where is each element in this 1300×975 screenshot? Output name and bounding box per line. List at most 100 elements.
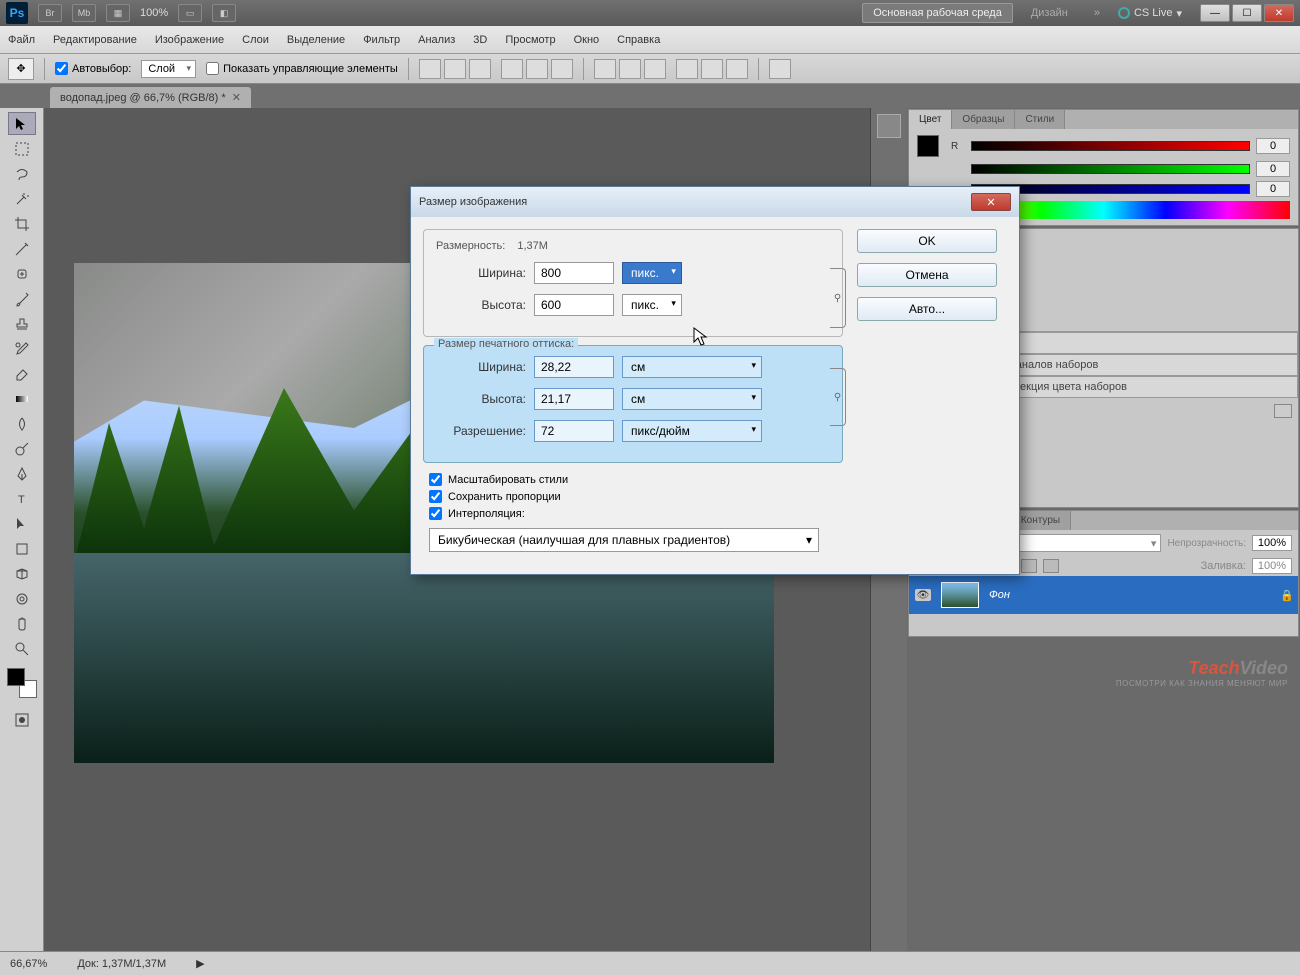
pen-tool[interactable] xyxy=(8,462,36,485)
distribute-icon[interactable] xyxy=(619,59,641,79)
heal-tool[interactable] xyxy=(8,262,36,285)
status-docsize[interactable]: Док: 1,37M/1,37M xyxy=(77,958,166,970)
quickmask-toggle[interactable] xyxy=(8,708,36,731)
menu-analysis[interactable]: Анализ xyxy=(418,34,455,46)
autoselect-checkbox[interactable]: Автовыбор: xyxy=(55,62,131,75)
opacity-value[interactable]: 100% xyxy=(1252,535,1292,551)
align-icon[interactable] xyxy=(526,59,548,79)
g-value[interactable]: 0 xyxy=(1256,161,1290,177)
arrange-icon[interactable]: ▭ xyxy=(178,4,202,22)
stamp-tool[interactable] xyxy=(8,312,36,335)
eyedropper-tool[interactable] xyxy=(8,237,36,260)
tab-styles[interactable]: Стили xyxy=(1015,110,1065,129)
menu-file[interactable]: Файл xyxy=(8,34,35,46)
dialog-titlebar[interactable]: Размер изображения ✕ xyxy=(411,187,1019,217)
resolution-unit[interactable]: пикс/дюйм xyxy=(622,420,762,442)
color-swatches[interactable] xyxy=(7,668,37,698)
print-width-input[interactable] xyxy=(534,356,614,378)
layer-thumbnail[interactable] xyxy=(941,582,979,608)
show-transform-checkbox[interactable]: Показать управляющие элементы xyxy=(206,62,398,75)
tab-close-icon[interactable]: ✕ xyxy=(232,91,241,104)
menu-help[interactable]: Справка xyxy=(617,34,660,46)
lock-all-icon[interactable] xyxy=(1043,559,1059,573)
gradient-tool[interactable] xyxy=(8,387,36,410)
status-zoom[interactable]: 66,67% xyxy=(10,958,47,970)
move-tool[interactable] xyxy=(8,112,36,135)
r-value[interactable]: 0 xyxy=(1256,138,1290,154)
print-width-unit[interactable]: см xyxy=(622,356,762,378)
distribute-icon[interactable] xyxy=(676,59,698,79)
align-icon[interactable] xyxy=(551,59,573,79)
minibridge-icon[interactable]: Mb xyxy=(72,4,96,22)
minimize-button[interactable]: — xyxy=(1200,4,1230,22)
type-tool[interactable]: T xyxy=(8,487,36,510)
menu-window[interactable]: Окно xyxy=(574,34,600,46)
resample-checkbox[interactable]: Интерполяция: xyxy=(423,505,843,522)
autoselect-target[interactable]: Слой xyxy=(141,60,196,78)
pixel-height-input[interactable] xyxy=(534,294,614,316)
move-tool-icon[interactable]: ✥ xyxy=(8,58,34,80)
panel-btn[interactable] xyxy=(1274,404,1292,418)
hand-tool[interactable] xyxy=(8,612,36,635)
path-select-tool[interactable] xyxy=(8,512,36,535)
print-height-unit[interactable]: см xyxy=(622,388,762,410)
crop-tool[interactable] xyxy=(8,212,36,235)
cancel-button[interactable]: Отмена xyxy=(857,263,997,287)
b-value[interactable]: 0 xyxy=(1256,181,1290,197)
scale-styles-checkbox[interactable]: Масштабировать стили xyxy=(423,471,843,488)
fg-color-swatch[interactable] xyxy=(7,668,25,686)
distribute-icon[interactable] xyxy=(726,59,748,79)
auto-align-icon[interactable] xyxy=(769,59,791,79)
maximize-button[interactable]: ☐ xyxy=(1232,4,1262,22)
g-slider[interactable] xyxy=(971,164,1250,174)
lock-position-icon[interactable] xyxy=(1021,559,1037,573)
menu-view[interactable]: Просмотр xyxy=(505,34,555,46)
workspace-design[interactable]: Дизайн xyxy=(1023,4,1076,22)
zoom-readout[interactable]: 100% xyxy=(140,7,168,19)
view-extras-icon[interactable]: ▦ xyxy=(106,4,130,22)
distribute-icon[interactable] xyxy=(644,59,666,79)
tab-color[interactable]: Цвет xyxy=(909,110,952,129)
menu-layers[interactable]: Слои xyxy=(242,34,269,46)
height-unit-select[interactable]: пикс. xyxy=(622,294,682,316)
workspace-more-icon[interactable]: » xyxy=(1086,4,1108,22)
pixel-width-input[interactable] xyxy=(534,262,614,284)
shape-tool[interactable] xyxy=(8,537,36,560)
zoom-tool[interactable] xyxy=(8,637,36,660)
eraser-tool[interactable] xyxy=(8,362,36,385)
tab-swatches[interactable]: Образцы xyxy=(952,110,1015,129)
align-icon[interactable] xyxy=(419,59,441,79)
visibility-icon[interactable]: 👁 xyxy=(915,589,931,601)
close-button[interactable]: ✕ xyxy=(1264,4,1294,22)
align-icon[interactable] xyxy=(469,59,491,79)
3d-tool[interactable] xyxy=(8,562,36,585)
menu-edit[interactable]: Редактирование xyxy=(53,34,137,46)
blur-tool[interactable] xyxy=(8,412,36,435)
menu-image[interactable]: Изображение xyxy=(155,34,224,46)
history-brush-tool[interactable] xyxy=(8,337,36,360)
auto-button[interactable]: Авто... xyxy=(857,297,997,321)
3d-camera-tool[interactable] xyxy=(8,587,36,610)
layer-row[interactable]: 👁 Фон 🔒 xyxy=(909,576,1298,614)
color-preview[interactable] xyxy=(917,135,939,157)
r-slider[interactable] xyxy=(971,141,1250,151)
screenmode-icon[interactable]: ◧ xyxy=(212,4,236,22)
constrain-link-icon[interactable]: ⚲ xyxy=(830,268,846,328)
menu-3d[interactable]: 3D xyxy=(473,34,487,46)
bridge-icon[interactable]: Br xyxy=(38,4,62,22)
dialog-close-button[interactable]: ✕ xyxy=(971,193,1011,211)
menu-filter[interactable]: Фильтр xyxy=(363,34,400,46)
interpolation-select[interactable]: Бикубическая (наилучшая для плавных град… xyxy=(429,528,819,552)
document-tab[interactable]: водопад.jpeg @ 66,7% (RGB/8) * ✕ xyxy=(50,87,251,108)
cs-live-button[interactable]: CS Live▾ xyxy=(1118,7,1182,20)
fill-value[interactable]: 100% xyxy=(1252,558,1292,574)
distribute-icon[interactable] xyxy=(594,59,616,79)
wand-tool[interactable] xyxy=(8,187,36,210)
marquee-tool[interactable] xyxy=(8,137,36,160)
align-icon[interactable] xyxy=(444,59,466,79)
menu-select[interactable]: Выделение xyxy=(287,34,345,46)
width-unit-select[interactable]: пикс. xyxy=(622,262,682,284)
brush-tool[interactable] xyxy=(8,287,36,310)
distribute-icon[interactable] xyxy=(701,59,723,79)
constrain-link-icon[interactable]: ⚲ xyxy=(830,368,846,426)
